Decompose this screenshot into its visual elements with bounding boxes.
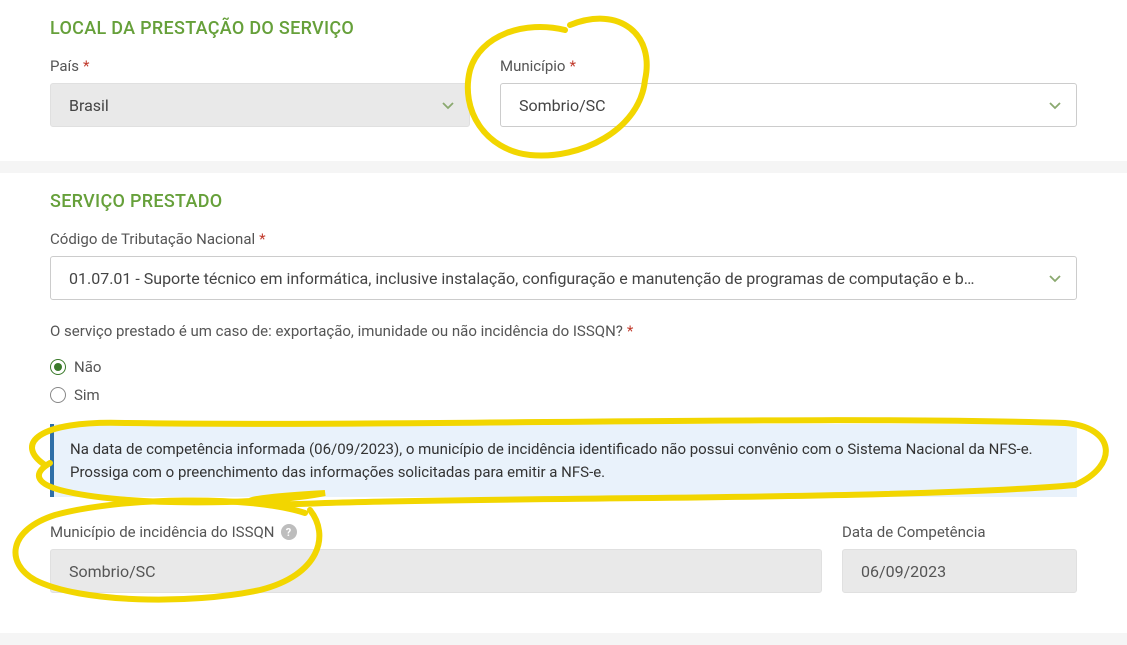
- select-codigo-value: 01.07.01 - Suporte técnico em informátic…: [69, 269, 1048, 288]
- label-mi-text: Município de incidência do ISSQN: [50, 523, 275, 541]
- label-codigo: Código de Tributação Nacional *: [50, 230, 1077, 248]
- label-pais: País *: [50, 57, 470, 75]
- input-data-competencia: 06/09/2023: [842, 549, 1077, 593]
- section-servico-prestado: SERVIÇO PRESTADO Código de Tributação Na…: [0, 173, 1127, 633]
- label-codigo-text: Código de Tributação Nacional: [50, 230, 255, 248]
- select-codigo-tributacao[interactable]: 01.07.01 - Suporte técnico em informátic…: [50, 256, 1077, 300]
- field-pais: País * Brasil: [50, 57, 470, 127]
- radio-sim-label: Sim: [74, 386, 100, 404]
- label-municipio-incidencia: Município de incidência do ISSQN ?: [50, 523, 822, 541]
- field-municipio-incidencia: Município de incidência do ISSQN ? Sombr…: [50, 523, 822, 593]
- section-title-servico: SERVIÇO PRESTADO: [50, 191, 1077, 212]
- section-local-prestacao: LOCAL DA PRESTAÇÃO DO SERVIÇO País * Bra…: [0, 0, 1127, 161]
- required-asterisk: *: [570, 57, 576, 75]
- select-municipio[interactable]: Sombrio/SC: [500, 83, 1077, 127]
- radio-circle-unchecked: [50, 387, 66, 403]
- field-municipio: Município * Sombrio/SC: [500, 57, 1077, 127]
- field-codigo-tributacao: Código de Tributação Nacional * 01.07.01…: [50, 230, 1077, 300]
- radio-circle-checked: [50, 359, 66, 375]
- label-dc-text: Data de Competência: [842, 523, 986, 541]
- required-asterisk: *: [83, 57, 89, 75]
- required-asterisk: *: [627, 322, 633, 340]
- select-municipio-value: Sombrio/SC: [519, 96, 1048, 115]
- radio-group-issqn: Não Sim: [50, 358, 1077, 404]
- section-title-local: LOCAL DA PRESTAÇÃO DO SERVIÇO: [50, 18, 1077, 39]
- required-asterisk: *: [259, 230, 265, 248]
- select-pais[interactable]: Brasil: [50, 83, 470, 127]
- dc-value: 06/09/2023: [861, 562, 946, 581]
- label-issqn-question: O serviço prestado é um caso de: exporta…: [50, 322, 1077, 340]
- label-municipio-text: Município: [500, 57, 566, 75]
- chevron-down-icon: [441, 98, 455, 112]
- label-issqn-text: O serviço prestado é um caso de: exporta…: [50, 322, 623, 340]
- radio-nao-label: Não: [74, 358, 101, 376]
- select-pais-value: Brasil: [69, 96, 441, 115]
- row-local: País * Brasil Município * Sombrio/SC: [50, 57, 1077, 127]
- label-municipio: Município *: [500, 57, 1077, 75]
- chevron-down-icon: [1048, 271, 1062, 285]
- input-municipio-incidencia: Sombrio/SC: [50, 549, 822, 593]
- help-icon[interactable]: ?: [281, 524, 297, 540]
- radio-nao[interactable]: Não: [50, 358, 1077, 376]
- radio-dot: [54, 363, 62, 371]
- mi-value: Sombrio/SC: [69, 562, 156, 581]
- alert-convenio: Na data de competência informada (06/09/…: [50, 424, 1077, 497]
- label-pais-text: País: [50, 57, 79, 75]
- field-data-competencia: Data de Competência 06/09/2023: [842, 523, 1077, 593]
- field-issqn-question: O serviço prestado é um caso de: exporta…: [50, 322, 1077, 404]
- radio-sim[interactable]: Sim: [50, 386, 1077, 404]
- row-bottom: Município de incidência do ISSQN ? Sombr…: [50, 523, 1077, 593]
- alert-text: Na data de competência informada (06/09/…: [70, 440, 1033, 481]
- chevron-down-icon: [1048, 98, 1062, 112]
- label-data-competencia: Data de Competência: [842, 523, 1077, 541]
